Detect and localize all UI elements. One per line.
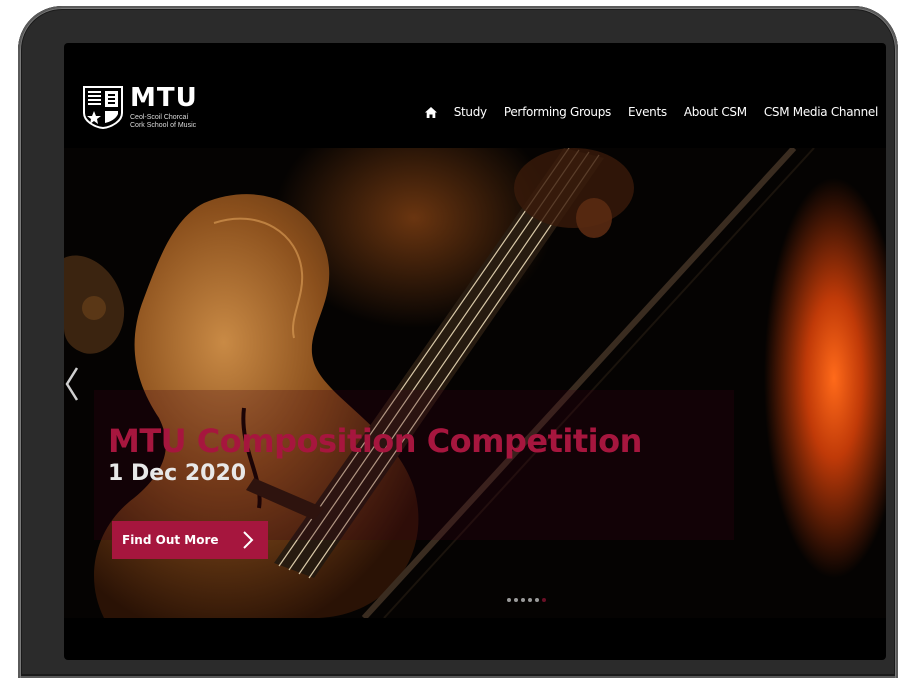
nav-item-study[interactable]: Study — [454, 105, 487, 119]
slider-dot[interactable] — [514, 598, 518, 602]
tablet-frame: MTU Ceol-Scoil Chorcaí Cork School of Mu… — [18, 6, 898, 678]
slider-dot[interactable] — [535, 598, 539, 602]
nav-item-events[interactable]: Events — [628, 105, 667, 119]
slider-dot[interactable] — [542, 598, 546, 602]
slider-dot[interactable] — [507, 598, 511, 602]
logo-wordmark: MTU — [130, 83, 198, 113]
nav-item-performing-groups[interactable]: Performing Groups — [504, 105, 611, 119]
chevron-right-icon — [243, 531, 254, 549]
crest-icon — [83, 86, 123, 129]
nav-item-about-csm[interactable]: About CSM — [684, 105, 747, 119]
slider-dot[interactable] — [521, 598, 525, 602]
hero-slider[interactable]: MTU Composition Competition 1 Dec 2020 F… — [64, 148, 886, 618]
main-nav: Study Performing Groups Events About CSM… — [424, 105, 878, 119]
home-icon[interactable] — [424, 106, 437, 118]
slider-dot[interactable] — [528, 598, 532, 602]
chevron-left-icon[interactable] — [64, 366, 80, 402]
screen: MTU Ceol-Scoil Chorcaí Cork School of Mu… — [64, 43, 886, 660]
mtu-logo[interactable]: MTU Ceol-Scoil Chorcaí Cork School of Mu… — [82, 81, 222, 131]
find-out-more-button[interactable]: Find Out More — [112, 521, 268, 559]
logo-line-2: Cork School of Music — [130, 122, 197, 129]
logo-line-1: Ceol-Scoil Chorcaí — [130, 114, 189, 121]
slider-dots — [507, 598, 546, 602]
slide-date: 1 Dec 2020 — [108, 461, 247, 486]
slide-title: MTU Composition Competition — [108, 422, 642, 460]
nav-item-csm-media-channel[interactable]: CSM Media Channel — [764, 105, 878, 119]
cta-label: Find Out More — [122, 533, 219, 547]
